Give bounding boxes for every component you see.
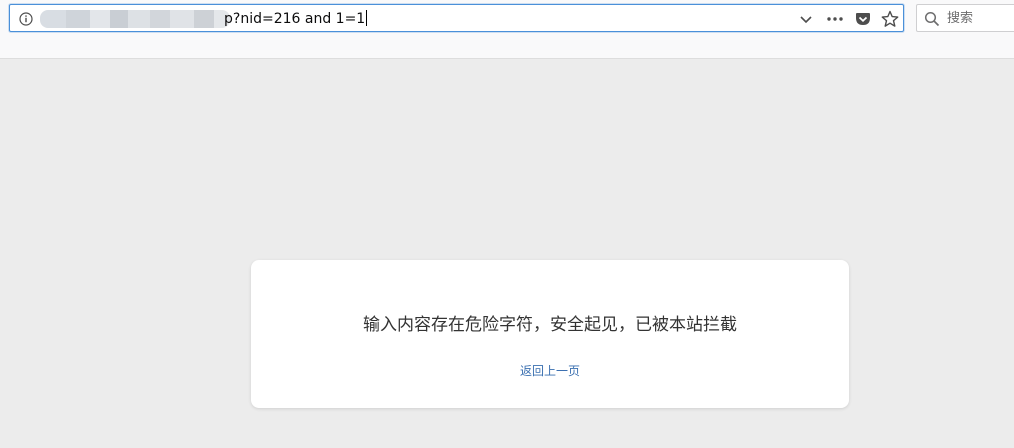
search-input[interactable]: [947, 8, 1014, 28]
pocket-icon[interactable]: [853, 9, 873, 29]
search-bar[interactable]: [916, 4, 1014, 32]
more-dots-icon[interactable]: [825, 9, 845, 29]
back-link[interactable]: 返回上一页: [520, 364, 580, 378]
url-query: p?nid=216 and 1=1: [224, 11, 366, 27]
search-icon: [924, 11, 940, 27]
block-notice-card: 输入内容存在危险字符，安全起见，已被本站拦截 返回上一页: [251, 260, 849, 408]
address-bar[interactable]: p?nid=216 and 1=1: [9, 4, 904, 32]
redacted-url-segment: [40, 10, 230, 28]
back-link-container: 返回上一页: [251, 361, 849, 380]
block-message: 输入内容存在危险字符，安全起见，已被本站拦截: [363, 315, 737, 335]
text-caret: [366, 10, 368, 26]
browser-toolbar: p?nid=216 and 1=1: [0, 0, 1014, 59]
chevron-down-icon[interactable]: [796, 9, 816, 29]
info-icon[interactable]: [19, 11, 33, 26]
star-icon[interactable]: [880, 9, 900, 29]
url-text[interactable]: p?nid=216 and 1=1: [224, 9, 368, 29]
